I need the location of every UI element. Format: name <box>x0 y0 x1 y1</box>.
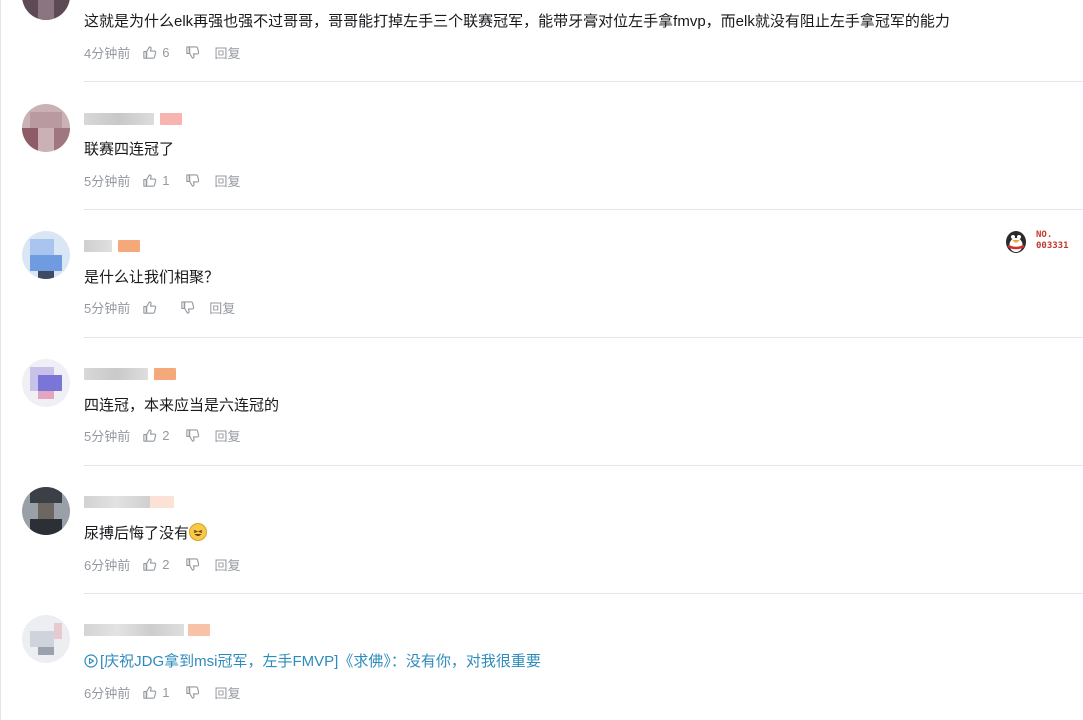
comment-divider <box>84 593 1083 594</box>
thumbs-down-icon <box>186 45 200 59</box>
play-circle-icon <box>84 654 98 668</box>
dislike-button[interactable] <box>185 45 200 60</box>
thumbs-down-icon <box>186 173 200 187</box>
comment-meta: 6分钟前 2 回复 <box>84 555 240 573</box>
video-link-text: [庆祝JDG拿到msi冠军，左手FMVP]《求佛》：没有你，对我很重要 <box>100 653 541 670</box>
username-blurred[interactable] <box>84 368 148 380</box>
avatar[interactable] <box>22 359 70 407</box>
level-badge <box>150 496 174 508</box>
username-blurred[interactable] <box>84 624 184 636</box>
thumbs-up-icon <box>143 45 157 59</box>
like-count: 1 <box>162 172 170 188</box>
comment-time: 5分钟前 <box>84 173 131 189</box>
dislike-button[interactable] <box>185 685 200 700</box>
fan-number-badge: NO. 003331 <box>1002 226 1082 254</box>
avatar[interactable] <box>22 104 70 152</box>
thumbs-up-icon <box>143 685 157 699</box>
comment-time: 6分钟前 <box>84 685 131 701</box>
reply-button[interactable]: 回复 <box>214 43 240 62</box>
badge-number: 003331 <box>1036 241 1069 251</box>
qq-penguin-icon <box>1006 231 1026 253</box>
comment-meta: 5分钟前 1 回复 <box>84 171 240 189</box>
avatar[interactable] <box>22 231 70 279</box>
comment-time: 5分钟前 <box>84 428 131 444</box>
comment-text: 这就是为什么elk再强也强不过哥哥，哥哥能打掉左手三个联赛冠军，能带牙膏对位左手… <box>84 13 950 30</box>
left-edge-border <box>0 0 1 720</box>
level-badge <box>118 240 140 252</box>
avatar[interactable] <box>22 0 70 20</box>
level-badge <box>154 368 176 380</box>
comment-time: 5分钟前 <box>84 300 131 316</box>
username-blurred[interactable] <box>84 240 112 252</box>
like-button[interactable] <box>142 300 162 315</box>
reply-button[interactable]: 回复 <box>214 683 240 702</box>
like-button[interactable]: 1 <box>142 173 169 188</box>
comment-meta: 5分钟前 2 回复 <box>84 426 240 444</box>
like-count: 2 <box>162 427 170 443</box>
thumbs-up-icon <box>143 300 157 314</box>
level-badge <box>188 624 210 636</box>
thumbs-up-icon <box>143 173 157 187</box>
comment-divider <box>84 465 1083 466</box>
reply-button[interactable]: 回复 <box>214 555 240 574</box>
like-button[interactable]: 2 <box>142 557 169 572</box>
like-count: 6 <box>162 44 170 60</box>
thumbs-down-icon <box>186 685 200 699</box>
comment-meta: 5分钟前 回复 <box>84 298 235 316</box>
comment-meta: 4分钟前 6 回复 <box>84 43 240 61</box>
reply-button[interactable]: 回复 <box>214 426 240 445</box>
comment-text: 四连冠，本来应当是六连冠的 <box>84 397 280 414</box>
comment-text: 尿搏后悔了没有 <box>84 523 208 544</box>
like-button[interactable]: 2 <box>142 428 169 443</box>
dislike-button[interactable] <box>185 173 200 188</box>
dislike-button[interactable] <box>185 557 200 572</box>
dislike-button[interactable] <box>180 300 195 315</box>
comment-text: 联赛四连冠了 <box>84 141 175 158</box>
like-count: 2 <box>162 556 170 572</box>
comment-time: 4分钟前 <box>84 45 131 61</box>
comment-divider <box>84 81 1083 82</box>
thumbs-down-icon <box>186 557 200 571</box>
avatar[interactable] <box>22 615 70 663</box>
video-link[interactable]: [庆祝JDG拿到msi冠军，左手FMVP]《求佛》：没有你，对我很重要 <box>84 652 541 672</box>
like-count: 1 <box>162 684 170 700</box>
reply-button[interactable]: 回复 <box>214 171 240 190</box>
thumbs-down-icon <box>186 428 200 442</box>
laughing-emoji-icon <box>189 523 208 541</box>
comment-text-content: 尿搏后悔了没有 <box>84 525 190 542</box>
thumbs-down-icon <box>181 300 195 314</box>
level-badge <box>160 113 182 125</box>
comment-text: 是什么让我们相聚？ <box>84 269 220 286</box>
comment-divider <box>84 209 1083 210</box>
comment-divider <box>84 337 1083 338</box>
comment-meta: 6分钟前 1 回复 <box>84 683 240 701</box>
like-button[interactable]: 1 <box>142 685 169 700</box>
badge-label: NO. <box>1036 230 1053 240</box>
comment-time: 6分钟前 <box>84 557 131 573</box>
thumbs-up-icon <box>143 557 157 571</box>
reply-button[interactable]: 回复 <box>209 298 235 317</box>
username-blurred[interactable] <box>84 496 150 508</box>
like-button[interactable]: 6 <box>142 45 169 60</box>
username-blurred[interactable] <box>84 113 154 125</box>
avatar[interactable] <box>22 487 70 535</box>
dislike-button[interactable] <box>185 428 200 443</box>
thumbs-up-icon <box>143 428 157 442</box>
